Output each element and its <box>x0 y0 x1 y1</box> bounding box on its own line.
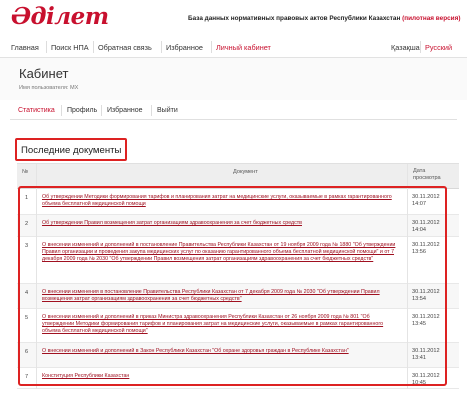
tab-logout[interactable]: Выйти <box>157 107 178 114</box>
section-title: Последние документы <box>21 145 122 156</box>
header-number: № <box>22 169 29 175</box>
nav-divider <box>420 41 421 53</box>
nav-divider <box>93 41 94 53</box>
site-title-text: База данных нормативных правовых актов Р… <box>188 15 401 22</box>
site-header: Әділет База данных нормативных правовых … <box>0 0 467 36</box>
nav-item-home[interactable]: Главная <box>11 43 39 52</box>
site-logo[interactable]: Әділет <box>11 3 109 30</box>
page-title: Кабинет <box>19 66 69 81</box>
nav-divider <box>46 41 47 53</box>
tab-divider <box>61 105 62 116</box>
site-title-pilot: (пилотная версия) <box>402 15 461 22</box>
nav-item-cabinet[interactable]: Личный кабинет <box>216 43 271 52</box>
main-nav: Главная Поиск НПА Обратная связь Избранн… <box>0 36 467 58</box>
lang-kazakh[interactable]: Қазақша <box>391 43 420 52</box>
nav-item-favorites[interactable]: Избранное <box>166 43 203 52</box>
site-title: База данных нормативных правовых актов Р… <box>188 15 460 22</box>
tab-favorites[interactable]: Избранное <box>107 107 142 114</box>
tab-profile[interactable]: Профиль <box>67 107 97 114</box>
header-date-line1: Дата <box>413 168 426 174</box>
username-line: Имя пользователя: МХ <box>19 85 79 91</box>
header-document: Документ <box>233 169 258 175</box>
tab-divider <box>101 105 102 116</box>
section-highlight-box: Последние документы <box>15 138 127 161</box>
nav-item-feedback[interactable]: Обратная связь <box>98 43 152 52</box>
nav-divider <box>211 41 212 53</box>
nav-item-search[interactable]: Поиск НПА <box>51 43 89 52</box>
page-heading: Кабинет Имя пользователя: МХ <box>0 58 467 100</box>
header-view-date: Дата просмотра <box>413 168 453 182</box>
header-date-line2: просмотра <box>413 175 441 181</box>
cabinet-tabs: Статистика Профиль Избранное Выйти <box>10 101 457 120</box>
nav-divider <box>161 41 162 53</box>
tab-statistics[interactable]: Статистика <box>18 107 55 114</box>
lang-russian[interactable]: Русский <box>425 43 452 52</box>
documents-highlight-box <box>18 186 447 386</box>
tab-divider <box>151 105 152 116</box>
